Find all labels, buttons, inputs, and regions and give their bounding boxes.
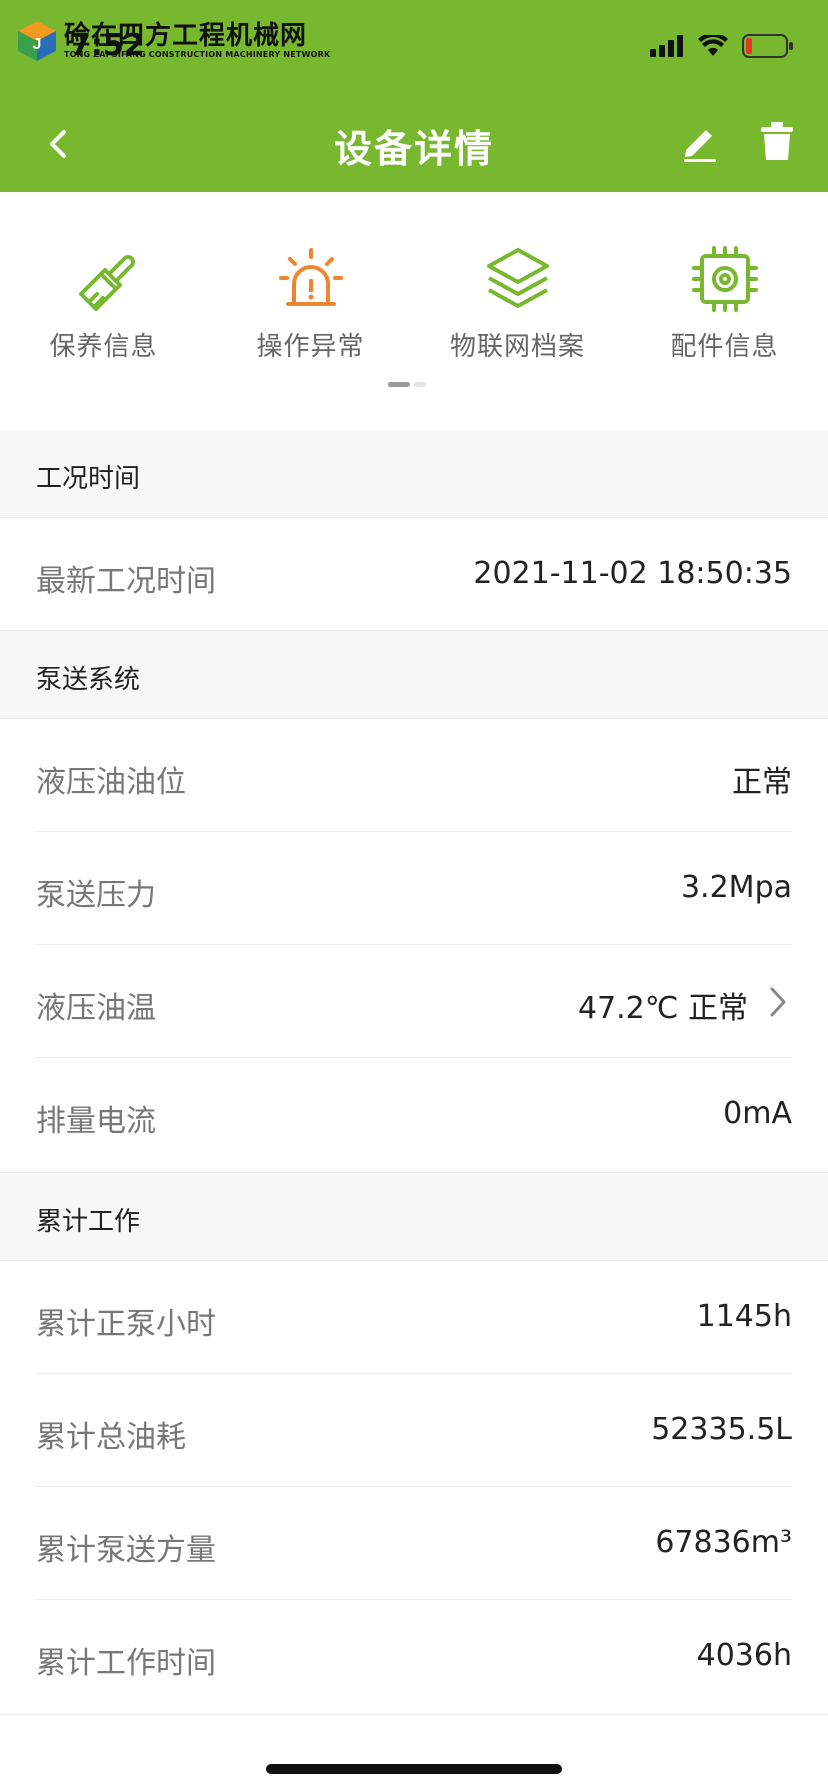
row-label: 泵送压力 [36,878,156,913]
quick-menu-iot-archive[interactable]: 物联网档案 [414,244,621,363]
info-row-pump-hours: 累计正泵小时 1145h [0,1261,828,1374]
wifi-icon [698,35,728,56]
row-value: 正常 [732,765,792,800]
section-header-work-time: 工况时间 [0,430,828,518]
row-label: 累计正泵小时 [36,1307,216,1342]
section-header-cumulative: 累计工作 [0,1173,828,1261]
quick-menu-abnormal[interactable]: 操作异常 [207,244,414,363]
quick-menu-label: 操作异常 [256,332,365,362]
info-row-displacement-current: 排量电流 0mA [0,1058,828,1171]
info-row-work-time: 累计工作时间 4036h [0,1600,828,1713]
info-row-hydraulic-oil-level: 液压油油位 正常 [0,719,828,832]
watermark-text-en: TONG ZAI SIFANG CONSTRUCTION MACHINERY N… [64,50,331,59]
row-label: 累计工作时间 [36,1646,216,1681]
quick-menu: 保养信息 操作异常 物联网档案 配件信息 [0,192,828,430]
row-value: 4036h [696,1638,792,1673]
svg-text:J: J [33,36,42,53]
row-label: 累计泵送方量 [36,1533,216,1568]
info-row-pump-pressure: 泵送压力 3.2Mpa [0,832,828,945]
pager-indicator [414,382,426,387]
status-icons [650,34,794,58]
section-title: 泵送系统 [36,665,141,695]
quick-menu-label: 配件信息 [670,332,779,362]
signal-icon [650,35,683,57]
edit-icon[interactable] [676,118,722,164]
row-label: 累计总油耗 [36,1420,186,1455]
row-label: 液压油温 [36,991,156,1026]
row-value: 1145h [696,1299,792,1334]
info-row-hydraulic-oil-temp[interactable]: 液压油温 47.2℃ 正常 [0,945,828,1058]
row-value: 52335.5L [651,1412,792,1447]
nav-bar: 设备详情 [0,98,828,192]
app-header: 7:52 J 硷在四方工程机械网 TONG ZAI SIFANG CONSTRU… [0,0,828,192]
home-indicator[interactable] [266,1764,562,1774]
divider [0,1714,828,1715]
quick-menu-parts[interactable]: 配件信息 [621,244,828,363]
row-value: 0mA [723,1096,792,1131]
watermark: J 硷在四方工程机械网 TONG ZAI SIFANG CONSTRUCTION… [16,16,330,66]
quick-menu-maintenance[interactable]: 保养信息 [0,244,207,363]
alarm-icon [278,248,343,306]
layers-icon [486,248,549,308]
row-label: 最新工况时间 [36,564,216,599]
row-value: 67836m³ [655,1525,792,1560]
watermark-logo-icon: J [18,21,56,61]
pager-indicator-active [388,382,410,387]
row-label: 液压油油位 [36,765,186,800]
info-row-latest-time: 最新工况时间 2021-11-02 18:50:35 [0,518,828,631]
chip-gear-icon [691,246,758,312]
quick-menu-label: 保养信息 [49,332,158,362]
row-label: 排量电流 [36,1104,156,1139]
section-title: 工况时间 [36,464,141,494]
delete-icon[interactable] [754,118,800,164]
watermark-text-cn: 硷在四方工程机械网 [64,21,308,51]
row-value: 3.2Mpa [680,870,792,905]
brush-icon [78,255,135,311]
row-value: 2021-11-02 18:50:35 [473,556,792,591]
section-title: 累计工作 [36,1207,141,1237]
chevron-right-icon [770,987,786,1017]
status-bar: 7:52 J 硷在四方工程机械网 TONG ZAI SIFANG CONSTRU… [0,0,828,90]
section-header-pump-system: 泵送系统 [0,631,828,719]
info-row-pump-volume: 累计泵送方量 67836m³ [0,1487,828,1600]
battery-icon [742,34,793,58]
row-value: 47.2℃ 正常 [577,991,748,1026]
quick-menu-label: 物联网档案 [449,332,585,362]
info-row-fuel-consumption: 累计总油耗 52335.5L [0,1374,828,1487]
